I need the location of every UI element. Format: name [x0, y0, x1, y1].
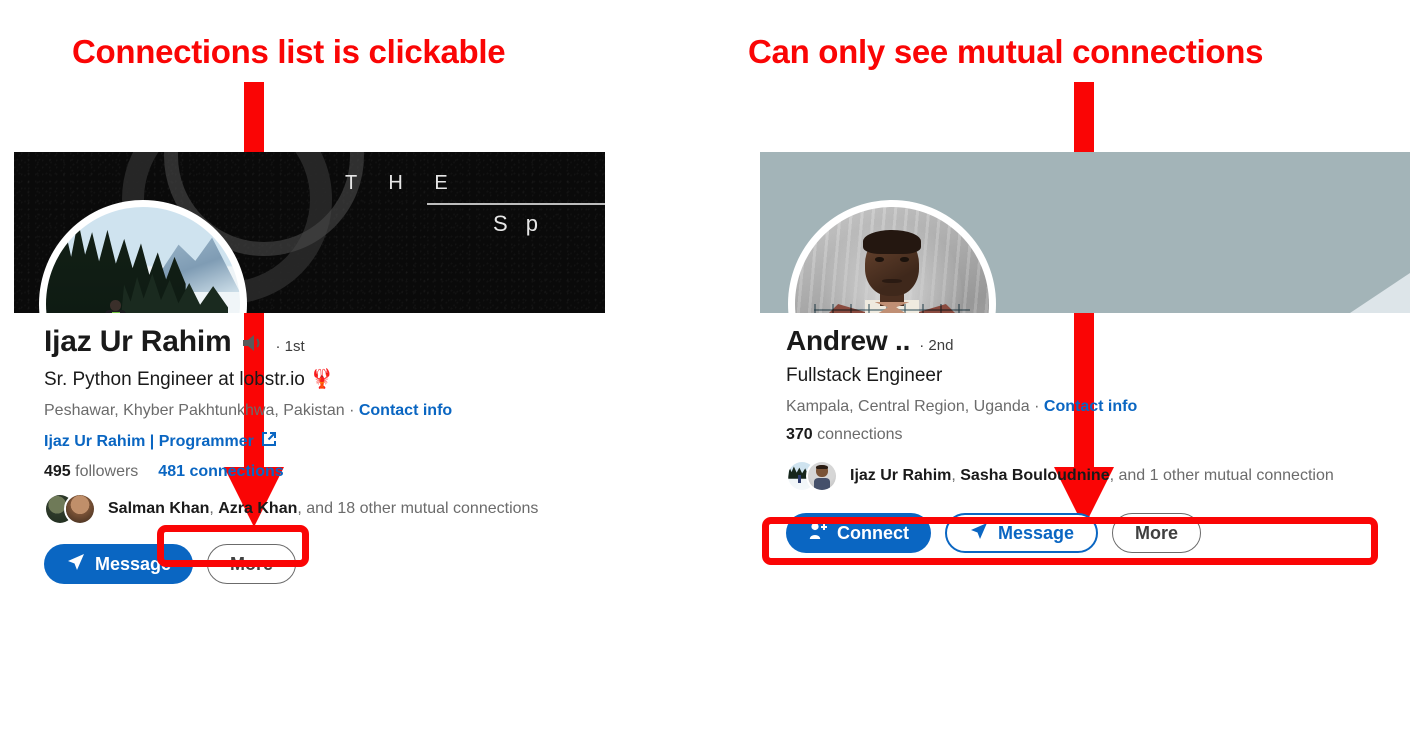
avatar-image-left: [46, 207, 240, 313]
annotation-right-label: Can only see mutual connections: [748, 33, 1264, 70]
contact-info-link-right[interactable]: Contact info: [1044, 398, 1137, 415]
external-link-icon: [261, 431, 277, 452]
banner-wordmark-line1: T H E: [345, 172, 461, 194]
website-link-label: Ijaz Ur Rahim | Programmer: [44, 432, 254, 450]
mutual-connections-right[interactable]: Ijaz Ur Rahim, Sasha Bouloudnine, and 1 …: [786, 460, 1412, 492]
mutual-sep-right: ,: [951, 467, 961, 484]
banner-wordmark-rule: [427, 203, 605, 205]
mutual-comma-left: ,: [209, 500, 219, 517]
snowy-forest-photo: [46, 207, 240, 313]
highlight-box-mutual-connections: [762, 517, 1378, 565]
avatar-image-right: [795, 207, 989, 313]
mutual-name-2-left: Azra Khan: [218, 500, 298, 517]
followers-count-left: 495: [44, 463, 71, 480]
profile-counts-right: 370 connections: [786, 426, 1412, 444]
profile-headline-right: Fullstack Engineer: [786, 365, 943, 386]
connections-link-left[interactable]: 481 connections: [158, 463, 283, 481]
mutual-facepile-left: [44, 493, 96, 525]
mutual-name-2-right: Sasha Bouloudnine: [960, 467, 1110, 484]
profile-info-left: Ijaz Ur Rahim · 1st Sr. Python Engineer …: [14, 325, 614, 584]
followers-label-left: followers: [75, 463, 139, 480]
screenshot-stage: Connections list is clickable Can only s…: [0, 0, 1426, 733]
profile-banner-right: [760, 152, 1410, 313]
speaker-icon[interactable]: [240, 332, 266, 354]
avatar-left[interactable]: [39, 200, 247, 313]
mutual-text-left: Salman Khan, Azra Khan, and 18 other mut…: [108, 500, 538, 518]
location-separator-right: ·: [1029, 398, 1044, 415]
banner-wordmark: T H E S p: [343, 172, 605, 237]
degree-badge-right: · 2nd: [919, 337, 954, 354]
banner-corner-shape: [1350, 273, 1410, 313]
profile-location-left: Peshawar, Khyber Pakhtunkhwa, Pakistan ·…: [44, 402, 614, 420]
banner-wordmark-line2: S p: [493, 211, 545, 236]
page-title-right: Andrew ..: [786, 325, 911, 356]
mutual-text-right: Ijaz Ur Rahim, Sasha Bouloudnine, and 1 …: [850, 467, 1334, 485]
location-text-right: Kampala, Central Region, Uganda: [786, 398, 1030, 415]
connections-count-right: 370: [786, 426, 813, 443]
man-in-suit-photo: [795, 207, 989, 313]
profile-card-right: Andrew .. · 2nd Fullstack Engineer Kampa…: [760, 152, 1412, 553]
profile-card-left: T H E S p Ijaz Ur Rahim · 1st Sr. Python…: [14, 152, 614, 584]
profile-website-link-left[interactable]: Ijaz Ur Rahim | Programmer: [44, 431, 614, 452]
send-icon: [66, 552, 86, 577]
mutual-avatar-2-right: [806, 460, 838, 492]
mutual-avatar-2: [64, 493, 96, 525]
location-text-left: Peshawar, Khyber Pakhtunkhwa, Pakistan: [44, 402, 345, 419]
profile-name-row-left: Ijaz Ur Rahim · 1st: [44, 325, 614, 359]
mutual-rest-right: , and 1 other mutual connection: [1109, 467, 1334, 484]
mutual-facepile-right: [786, 460, 838, 492]
profile-headline-left: Sr. Python Engineer at lobstr.io 🦞: [44, 369, 334, 390]
degree-badge-left: · 1st: [275, 338, 305, 355]
mutual-name-1-right: Ijaz Ur Rahim: [850, 467, 952, 484]
location-separator-left: ·: [344, 402, 359, 419]
annotation-left-label: Connections list is clickable: [72, 33, 506, 70]
profile-actions-left: Message More: [44, 544, 614, 584]
profile-counts-left: 495 followers 481 connections: [44, 463, 614, 481]
connections-label-right: connections: [817, 426, 903, 443]
mutual-rest-left: , and 18 other mutual connections: [297, 500, 539, 517]
profile-location-right: Kampala, Central Region, Uganda · Contac…: [786, 398, 1412, 416]
highlight-box-connections-link: [157, 525, 309, 567]
profile-banner-left: T H E S p: [14, 152, 605, 313]
page-title-left: Ijaz Ur Rahim: [44, 325, 232, 358]
profile-name-row-right: Andrew .. · 2nd: [786, 325, 1412, 357]
avatar-right[interactable]: [788, 200, 996, 313]
mutual-connections-left[interactable]: Salman Khan, Azra Khan, and 18 other mut…: [44, 493, 614, 525]
contact-info-link-left[interactable]: Contact info: [359, 402, 452, 419]
mutual-name-1-left: Salman Khan: [108, 500, 210, 517]
